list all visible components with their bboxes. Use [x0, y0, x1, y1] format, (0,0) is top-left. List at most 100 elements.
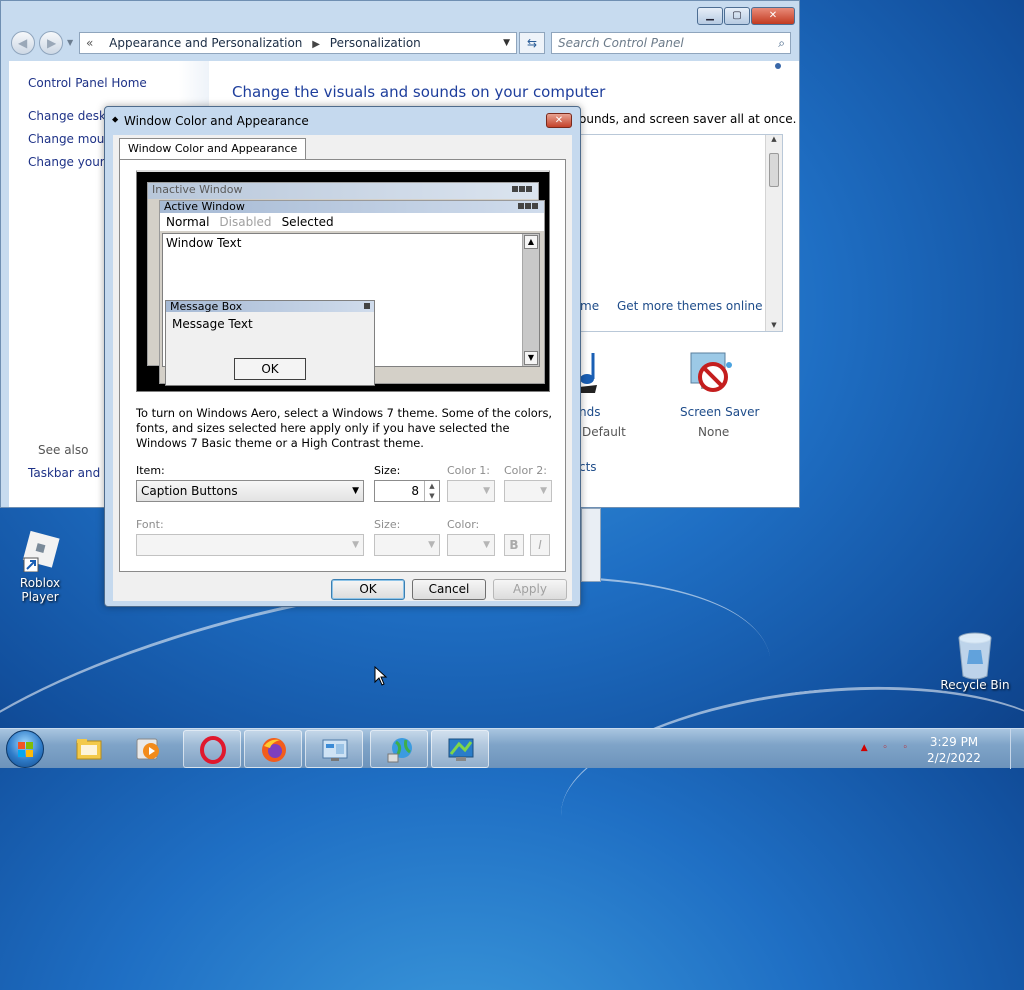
scroll-down-icon[interactable]: ▼: [766, 321, 782, 329]
color2-label: Color 2:: [504, 464, 547, 477]
notification-area-icons[interactable]: ▲ ◦ ◦: [861, 743, 914, 753]
control-panel-home-link[interactable]: Control Panel Home: [28, 76, 147, 90]
dialog-body: Window Color and Appearance Inactive Win…: [113, 135, 572, 601]
address-dropdown-icon[interactable]: ▼: [503, 33, 510, 53]
size-stepper[interactable]: 8 ▲ ▼: [374, 480, 440, 502]
opera-icon: [200, 736, 226, 764]
chevron-down-icon: ▼: [540, 486, 547, 496]
menu-disabled[interactable]: Disabled: [219, 213, 271, 231]
tab-window-color-appearance[interactable]: Window Color and Appearance: [119, 138, 307, 160]
color1-picker[interactable]: ▼: [447, 480, 495, 502]
see-also-link-partial[interactable]: cts: [579, 460, 597, 474]
preview-message-box[interactable]: Message Box Message Text OK: [165, 300, 375, 386]
help-icon[interactable]: [775, 63, 781, 69]
message-text: Message Text: [172, 317, 253, 331]
forward-button[interactable]: ▶: [39, 31, 63, 55]
color2-picker[interactable]: ▼: [504, 480, 552, 502]
dialog-close-button[interactable]: ✕: [546, 113, 572, 128]
taskbar-media-player[interactable]: [120, 730, 178, 768]
breadcrumb-personalization[interactable]: Personalization: [330, 36, 421, 50]
scroll-up-icon[interactable]: ▲: [766, 135, 782, 143]
appearance-preview[interactable]: Inactive Window Active Window Normal Dis…: [136, 170, 550, 392]
apply-button[interactable]: Apply: [493, 579, 567, 600]
recycle-bin-icon: [953, 630, 997, 680]
firefox-icon: [262, 738, 286, 762]
clock-time: 3:29 PM: [929, 735, 979, 749]
taskbar-explorer[interactable]: [60, 730, 118, 768]
screen-saver-label[interactable]: Screen Saver: [680, 405, 759, 419]
system-clock[interactable]: 3:29 PM 2/2/2022: [924, 734, 984, 766]
desktop-icon-label: Roblox Player: [19, 576, 61, 604]
scroll-down-icon[interactable]: ▼: [524, 351, 538, 365]
scroll-up-icon[interactable]: ▲: [524, 235, 538, 249]
screen-saver-icon[interactable]: [687, 351, 735, 399]
color1-label: Color 1:: [447, 464, 490, 477]
taskbar-network[interactable]: [370, 730, 428, 768]
bold-button[interactable]: B: [504, 534, 524, 556]
scroll-thumb[interactable]: [769, 153, 779, 187]
font-color-picker[interactable]: ▼: [447, 534, 495, 556]
taskbar-opera[interactable]: [183, 730, 241, 768]
media-player-icon: [136, 738, 159, 760]
chevron-down-icon: ▼: [483, 540, 490, 550]
font-color-label: Color:: [447, 518, 480, 531]
breadcrumb-separator-icon[interactable]: ▶: [312, 39, 320, 50]
network-globe-icon: [387, 738, 412, 763]
preview-ok-button[interactable]: OK: [234, 358, 306, 380]
sounds-label[interactable]: nds: [579, 405, 600, 419]
font-select[interactable]: ▼: [136, 534, 364, 556]
show-desktop-button[interactable]: [1010, 729, 1024, 769]
get-more-themes-link[interactable]: Get more themes online: [617, 299, 763, 313]
recent-pages-chevron-icon[interactable]: ▼: [67, 38, 73, 47]
size-label: Size:: [374, 464, 401, 477]
font-size-select[interactable]: ▼: [374, 534, 440, 556]
change-account-picture-link[interactable]: Change your a: [28, 155, 116, 169]
taskbar-control-panel[interactable]: [305, 730, 363, 768]
page-subtitle: ounds, and screen saver all at once.: [579, 112, 797, 126]
close-button[interactable]: ✕: [751, 7, 795, 25]
italic-button[interactable]: I: [530, 534, 550, 556]
font-label: Font:: [136, 518, 164, 531]
desktop-icon-recycle-bin[interactable]: Recycle Bin: [935, 630, 1015, 692]
search-input[interactable]: Search Control Panel ⌕: [551, 32, 791, 54]
chevron-down-icon: ▼: [428, 540, 435, 550]
menu-normal[interactable]: Normal: [166, 213, 209, 231]
aero-info-text: To turn on Windows Aero, select a Window…: [136, 406, 553, 450]
taskbar-firefox[interactable]: [244, 730, 302, 768]
preview-scrollbar[interactable]: ▲ ▼: [522, 234, 539, 366]
window-text-label: Window Text: [166, 236, 242, 250]
address-bar[interactable]: « Appearance and Personalization ▶ Perso…: [79, 32, 517, 54]
active-caption-buttons: [518, 203, 538, 209]
breadcrumb-appearance[interactable]: Appearance and Personalization: [109, 36, 302, 50]
minimize-button[interactable]: ▁: [697, 7, 723, 25]
windows-logo-icon: [18, 742, 33, 757]
back-button[interactable]: ◀: [11, 31, 35, 55]
message-box-close-icon: [364, 303, 370, 309]
taskbar-display-settings[interactable]: [431, 730, 489, 768]
item-select[interactable]: Caption Buttons ▼: [136, 480, 364, 502]
message-box-title: Message Box: [170, 300, 243, 313]
dialog-app-icon: ⬥: [112, 115, 119, 125]
chevron-down-icon: ▼: [483, 486, 490, 496]
ok-button[interactable]: OK: [331, 579, 405, 600]
search-icon[interactable]: ⌕: [778, 33, 785, 53]
chevron-down-icon: ▼: [352, 540, 359, 550]
font-size-label: Size:: [374, 518, 401, 531]
maximize-button[interactable]: ▢: [724, 7, 750, 25]
spin-up-icon[interactable]: ▲: [425, 481, 439, 491]
sounds-value: Default: [582, 425, 626, 439]
desktop-icon-roblox[interactable]: Roblox Player: [0, 528, 80, 604]
window-edge: [581, 508, 601, 582]
theme-list-scrollbar[interactable]: ▲ ▼: [765, 135, 782, 331]
size-value: 8: [411, 484, 419, 498]
start-button[interactable]: [6, 730, 44, 768]
size-spin-buttons[interactable]: ▲ ▼: [424, 481, 439, 501]
sounds-icon: [579, 351, 599, 395]
refresh-button[interactable]: ⇆: [519, 32, 545, 54]
menu-selected[interactable]: Selected: [282, 213, 334, 231]
theme-link-partial[interactable]: me: [580, 299, 599, 313]
mouse-cursor-icon: [374, 666, 388, 686]
spin-down-icon[interactable]: ▼: [425, 491, 439, 501]
cancel-button[interactable]: Cancel: [412, 579, 486, 600]
active-window-title: Active Window: [164, 200, 245, 213]
